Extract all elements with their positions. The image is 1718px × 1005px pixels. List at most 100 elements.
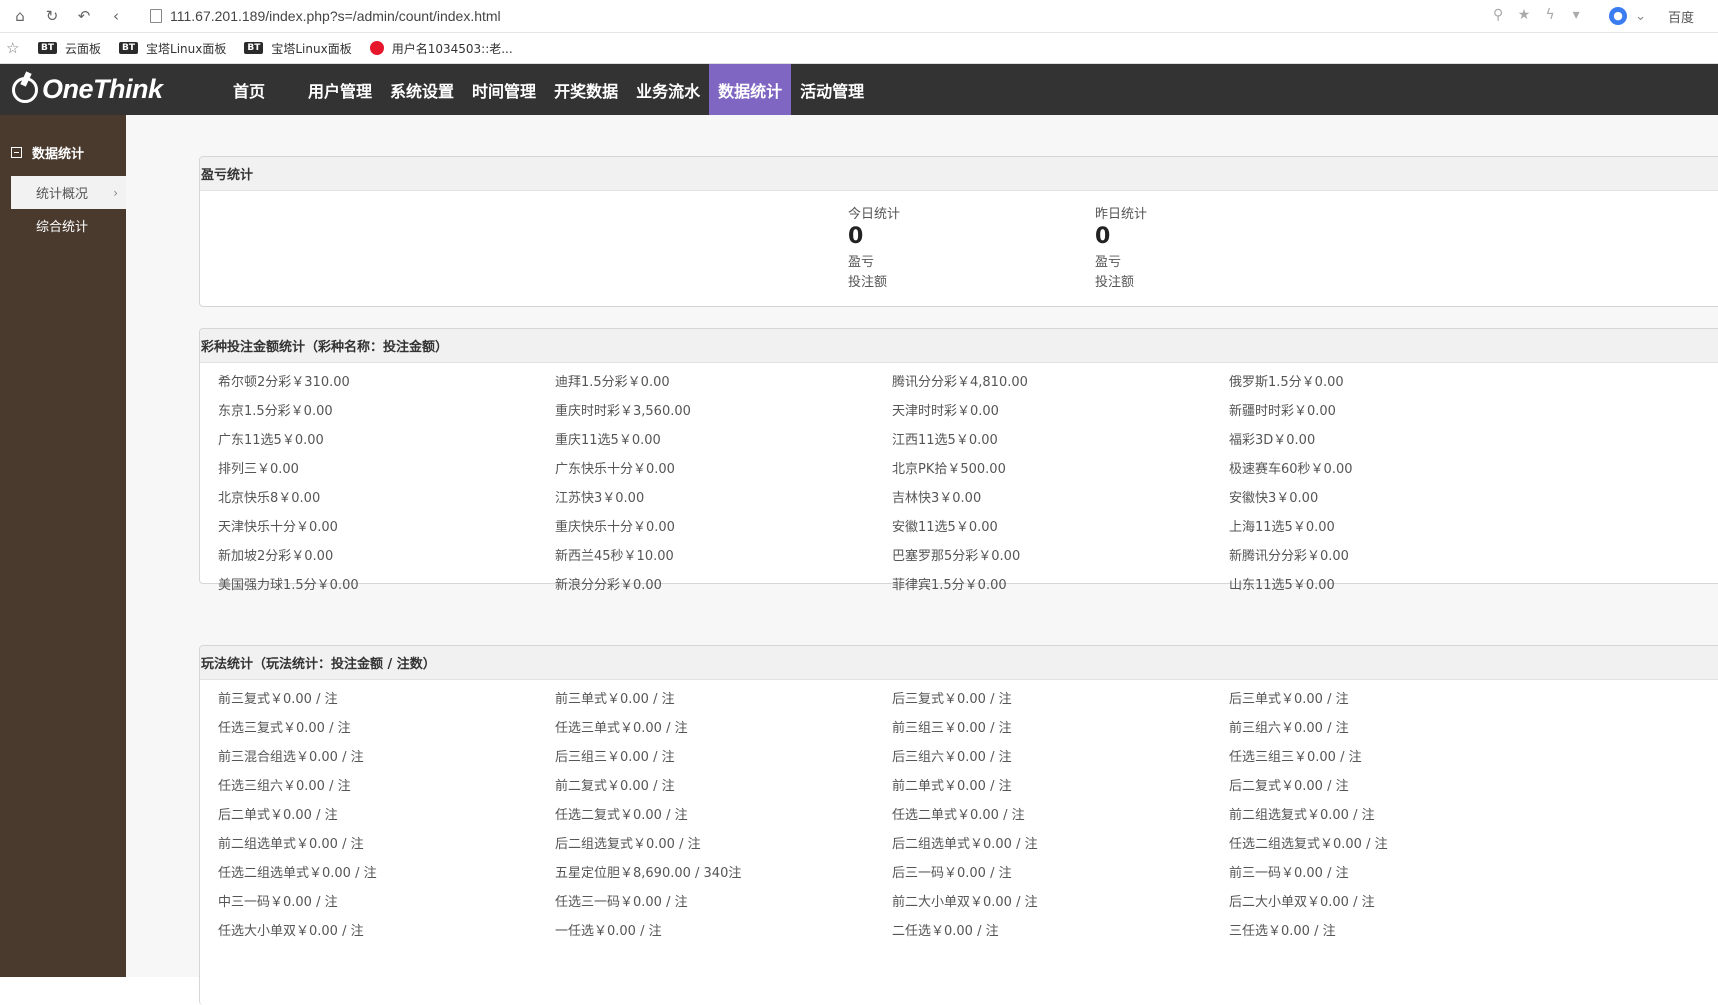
- stat-cell: 任选二组选复式￥0.00 / 注: [1229, 837, 1388, 852]
- stat-cell: 俄罗斯1.5分￥0.00: [1229, 375, 1344, 390]
- sidebar-item-comprehensive[interactable]: 综合统计: [0, 209, 126, 242]
- stat-cell: 美国强力球1.5分￥0.00: [218, 578, 359, 593]
- logo[interactable]: OneThink: [0, 64, 200, 115]
- app-header: OneThink 首页 用户管理 系统设置 时间管理 开奖数据 业务流水 数据统计 活动管理: [0, 64, 1718, 115]
- undo-icon[interactable]: ↶: [72, 4, 96, 28]
- sidebar-item-label: 综合统计: [36, 220, 89, 235]
- home-icon[interactable]: ⌂: [8, 4, 32, 28]
- stat-cell: 后三单式￥0.00 / 注: [1229, 692, 1349, 707]
- bookmark-item[interactable]: BT 宝塔Linux面板: [119, 40, 226, 57]
- stat-cell: 巴塞罗那5分彩￥0.00: [892, 549, 1021, 564]
- stat-cell: 后二复式￥0.00 / 注: [1229, 779, 1349, 794]
- pin-icon[interactable]: ⚲: [1489, 7, 1507, 25]
- yesterday-stats: 昨日统计 0 盈亏 投注额: [1095, 203, 1147, 293]
- stat-cell: 任选二单式￥0.00 / 注: [892, 808, 1025, 823]
- sidebar-item-overview[interactable]: 统计概况 ›: [11, 176, 126, 209]
- today-profit-label: 盈亏: [848, 255, 875, 270]
- bookmark-label: 云面板: [65, 41, 102, 56]
- stat-cell: 一任选￥0.00 / 注: [555, 924, 662, 939]
- lightning-icon[interactable]: ϟ: [1541, 7, 1559, 25]
- browser-address-bar: ⌂ ↻ ↶ ‹ 111.67.201.189/index.php?s=/admi…: [0, 0, 1718, 33]
- star-icon[interactable]: ★: [1515, 7, 1533, 25]
- stat-cell: 五星定位胆￥8,690.00 / 340注: [555, 866, 742, 881]
- sidebar-section-title[interactable]: 数据统计: [0, 128, 126, 176]
- nav-item[interactable]: 活动管理: [791, 64, 873, 115]
- stat-cell: 排列三￥0.00: [218, 462, 299, 477]
- stat-cell: 新加坡2分彩￥0.00: [218, 549, 334, 564]
- bookmark-item[interactable]: BT 云面板: [38, 40, 101, 57]
- stat-cell: 北京PK拾￥500.00: [892, 462, 1006, 477]
- lottery-panel: 彩种投注金额统计（彩种名称：投注金额） 希尔顿2分彩￥310.00 迪拜1.5分彩…: [199, 328, 1718, 593]
- search-engine-selector[interactable]: ● ⌄ 百度: [1609, 7, 1694, 26]
- stat-cell: 江苏快3￥0.00: [555, 491, 645, 506]
- stat-cell: 极速赛车60秒￥0.00: [1229, 462, 1353, 477]
- nav-item[interactable]: 时间管理: [463, 64, 545, 115]
- collapse-icon[interactable]: [11, 146, 22, 158]
- stat-cell: 天津时时彩￥0.00: [892, 404, 999, 419]
- stat-cell: 任选大小单双￥0.00 / 注: [218, 924, 364, 939]
- stat-cell: 新疆时时彩￥0.00: [1229, 404, 1336, 419]
- stat-cell: 后二组选单式￥0.00 / 注: [892, 837, 1038, 852]
- chevron-down-icon: ⌄: [1635, 8, 1646, 24]
- nav-item[interactable]: 开奖数据: [545, 64, 627, 115]
- stat-cell: 前二复式￥0.00 / 注: [555, 779, 675, 794]
- dropdown-icon[interactable]: ▾: [1567, 7, 1585, 25]
- nav-item[interactable]: 首页: [212, 64, 299, 115]
- back-icon[interactable]: ‹: [104, 4, 128, 28]
- stat-cell: 山东11选5￥0.00: [1229, 578, 1335, 593]
- panel-title: 玩法统计（玩法统计：投注金额 / 注数）: [200, 646, 1718, 680]
- nav-item[interactable]: 系统设置: [381, 64, 463, 115]
- stat-cell: 新腾讯分分彩￥0.00: [1229, 549, 1349, 564]
- stat-cell: 迪拜1.5分彩￥0.00: [555, 375, 670, 390]
- stat-cell: 重庆快乐十分￥0.00: [555, 520, 675, 535]
- chevron-right-icon: ›: [113, 185, 118, 200]
- stat-cell: 前二大小单双￥0.00 / 注: [892, 895, 1038, 910]
- url-text[interactable]: 111.67.201.189/index.php?s=/admin/count/…: [170, 8, 501, 24]
- nav-item[interactable]: 用户管理: [299, 64, 381, 115]
- stat-cell: 安徽11选5￥0.00: [892, 520, 998, 535]
- stat-cell: 中三一码￥0.00 / 注: [218, 895, 338, 910]
- bt-icon: BT: [244, 42, 264, 54]
- bt-icon: BT: [119, 42, 139, 54]
- play-panel: 玩法统计（玩法统计：投注金额 / 注数） 前三复式￥0.00 / 注 前三单式￥0…: [199, 645, 1718, 1005]
- yesterday-label: 昨日统计: [1095, 207, 1148, 222]
- sidebar-item-label: 统计概况: [36, 187, 89, 202]
- bookmark-label: 宝塔Linux面板: [146, 41, 227, 56]
- bookmark-item[interactable]: 用户名1034503::老...: [369, 40, 513, 57]
- main-content: 盈亏统计 今日统计 0 盈亏 投注额 昨日统计 0 盈亏 投注额 彩种投注金额统…: [126, 115, 1718, 1005]
- stat-cell: 后二单式￥0.00 / 注: [218, 808, 338, 823]
- stat-cell: 江西11选5￥0.00: [892, 433, 998, 448]
- stat-cell: 任选三一码￥0.00 / 注: [555, 895, 688, 910]
- stat-cell: 任选二复式￥0.00 / 注: [555, 808, 688, 823]
- stat-cell: 任选二组选单式￥0.00 / 注: [218, 866, 377, 881]
- stat-cell: 任选三组三￥0.00 / 注: [1229, 750, 1362, 765]
- bt-icon: BT: [38, 42, 57, 54]
- stat-cell: 新西兰45秒￥10.00: [555, 549, 674, 564]
- today-bet-label: 投注额: [848, 275, 888, 290]
- stat-cell: 重庆时时彩￥3,560.00: [555, 404, 691, 419]
- yesterday-profit-label: 盈亏: [1095, 255, 1122, 270]
- logo-text: OneThink: [42, 74, 163, 104]
- stat-cell: 二任选￥0.00 / 注: [892, 924, 999, 939]
- url-field[interactable]: 111.67.201.189/index.php?s=/admin/count/…: [150, 3, 1290, 29]
- bookmark-item[interactable]: BT 宝塔Linux面板: [244, 40, 352, 57]
- stat-cell: 重庆11选5￥0.00: [555, 433, 661, 448]
- stat-cell: 后三一码￥0.00 / 注: [892, 866, 1012, 881]
- nav-item[interactable]: 业务流水: [627, 64, 709, 115]
- today-label: 今日统计: [848, 207, 901, 222]
- stat-cell: 后三组六￥0.00 / 注: [892, 750, 1012, 765]
- baidu-paw-icon: ●: [1609, 7, 1628, 25]
- stat-cell: 前三一码￥0.00 / 注: [1229, 866, 1349, 881]
- stat-cell: 吉林快3￥0.00: [892, 491, 982, 506]
- yesterday-value: 0: [1095, 224, 1111, 249]
- stat-cell: 三任选￥0.00 / 注: [1229, 924, 1336, 939]
- bookmark-star-icon[interactable]: ☆: [6, 39, 22, 57]
- stat-cell: 任选三单式￥0.00 / 注: [555, 721, 688, 736]
- stat-cell: 广东快乐十分￥0.00: [555, 462, 675, 477]
- nav-item[interactable]: 数据统计: [709, 64, 792, 115]
- today-stats: 今日统计 0 盈亏 投注额: [848, 203, 900, 293]
- profit-panel: 盈亏统计 今日统计 0 盈亏 投注额 昨日统计 0 盈亏 投注额: [199, 156, 1718, 307]
- panel-title: 彩种投注金额统计（彩种名称：投注金额）: [200, 329, 1718, 363]
- stat-cell: 任选三组六￥0.00 / 注: [218, 779, 351, 794]
- refresh-icon[interactable]: ↻: [40, 4, 64, 28]
